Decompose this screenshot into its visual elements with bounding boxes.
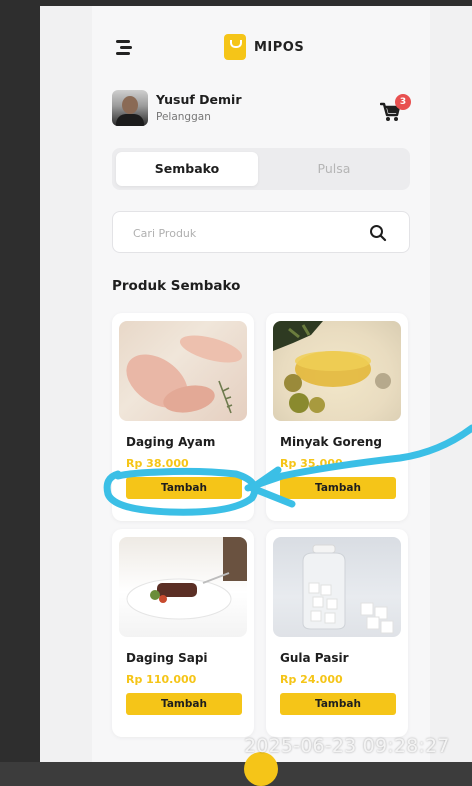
cart-button[interactable]: 3	[380, 94, 411, 124]
menu-icon[interactable]	[114, 38, 134, 56]
search-input[interactable]	[131, 222, 355, 244]
cart-count-badge: 3	[395, 94, 411, 110]
product-card-minyak-goreng[interactable]: Minyak Goreng Rp 35.000 Tambah	[266, 313, 408, 521]
product-name: Minyak Goreng	[280, 435, 382, 449]
app-name: MIPOS	[254, 39, 305, 55]
raw-chicken-photo	[119, 321, 247, 421]
product-price: Rp 38.000	[126, 457, 189, 470]
tab-pulsa[interactable]: Pulsa	[262, 152, 406, 186]
product-card-daging-sapi[interactable]: Daging Sapi Rp 110.000 Tambah	[112, 529, 254, 737]
app-header: MIPOS	[92, 28, 430, 68]
add-to-cart-button[interactable]: Tambah	[280, 477, 396, 499]
product-name: Gula Pasir	[280, 651, 349, 665]
app-screen: MIPOS Yusuf Demir Pelanggan 3 Sembako Pu…	[92, 6, 430, 786]
search-icon[interactable]	[369, 224, 387, 242]
bottom-nav-button[interactable]	[244, 752, 278, 786]
product-card-daging-ayam[interactable]: Daging Ayam Rp 38.000 Tambah	[112, 313, 254, 521]
category-tabs: Sembako Pulsa	[112, 148, 410, 190]
section-title: Produk Sembako	[112, 278, 241, 294]
search-bar	[112, 211, 410, 253]
cooking-oil-photo	[273, 321, 401, 421]
add-to-cart-button[interactable]: Tambah	[126, 477, 242, 499]
product-price: Rp 24.000	[280, 673, 343, 686]
capture-timestamp: 2025-06-23 09:28:27	[244, 735, 450, 757]
beef-plate-photo	[119, 537, 247, 637]
avatar	[112, 90, 148, 126]
tab-sembako[interactable]: Sembako	[116, 152, 258, 186]
user-role: Pelanggan	[156, 111, 211, 123]
product-name: Daging Sapi	[126, 651, 208, 665]
bag-logo-icon	[224, 34, 246, 60]
sugar-jar-photo	[273, 537, 401, 637]
add-to-cart-button[interactable]: Tambah	[126, 693, 242, 715]
user-name: Yusuf Demir	[156, 92, 242, 107]
user-profile: Yusuf Demir Pelanggan 3	[112, 90, 412, 130]
screen-left-bezel	[0, 0, 40, 762]
product-price: Rp 35.000	[280, 457, 343, 470]
product-card-gula-pasir[interactable]: Gula Pasir Rp 24.000 Tambah	[266, 529, 408, 737]
app-logo: MIPOS	[224, 32, 304, 62]
product-price: Rp 110.000	[126, 673, 197, 686]
add-to-cart-button[interactable]: Tambah	[280, 693, 396, 715]
product-name: Daging Ayam	[126, 435, 216, 449]
